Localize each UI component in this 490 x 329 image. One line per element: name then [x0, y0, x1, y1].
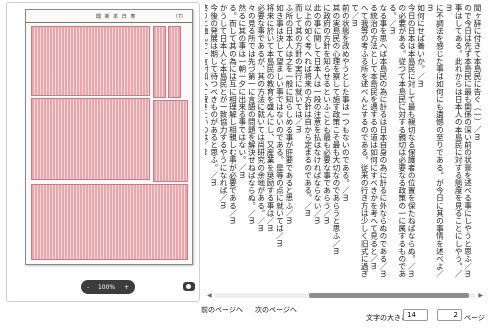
scanned-newspaper-page: 聞 新 本 日 寿 （7） — [25, 9, 193, 265]
text-column: 必要な事であるが、其の方法に就いては尚研究の余地がある。／m — [256, 4, 266, 232]
text-column: 将来に於いて本島民の教育を盛んにし、又産業を奨励する事は／m — [266, 4, 276, 232]
toggle-icon[interactable] — [183, 282, 195, 291]
text-column: 前の状態を改めやうとした事は一つもないのである。／m — [341, 4, 351, 202]
text-column: 今日の日本は本島民に対して最も親切なる保護者の位置を保たねばならぬ。／m — [407, 4, 417, 278]
text-column: 以上の如く考へれば将来の方針は自から定まるのである。／m — [303, 4, 313, 217]
zoom-in-button[interactable]: + — [124, 284, 129, 291]
text-highlight-block — [31, 98, 150, 180]
text-column: ので今日は先ず本島民に最も関係の深い前の状景を述べる事にしやうと思ふ／m — [463, 4, 473, 278]
text-column: る。而して其の為には互に相理解し相親しむ事が必要である／m — [228, 4, 238, 225]
text-column: ふ所の日本人は之を一般に知らしめる事が肝要であると思ふ／m — [284, 4, 294, 225]
zoom-control: - 100% + — [81, 280, 135, 294]
title-highlight-block — [168, 26, 181, 98]
transcription-text: 聞ヶ辞に付きて本島民に告ぐ（一）／m ので今日は先ず本島民に最も関係の深い前の状景… — [205, 4, 482, 284]
text-column: 如き事は決して望ましい事ではないのである。是等の点に就いては／m — [275, 4, 285, 247]
previous-page-link[interactable]: 前のページへ — [201, 305, 243, 315]
font-size-label: 文字の大きさ — [366, 314, 408, 322]
text-column: 終りに臨んで一言附加へて置きたいのは／m — [205, 4, 210, 156]
text-column: る統治の方法として本島民を遇するの道は如何にすべきかを考へて見ると／m — [369, 4, 379, 270]
scrollbar-thumb[interactable] — [309, 293, 469, 298]
text-column: 々の見る所では先づ第一に言語の問題を解決せねばならぬ。／m — [247, 4, 257, 225]
text-column: 聞ヶ辞に付きて本島民に告ぐ（一）／m — [473, 4, 482, 141]
text-column: の必要がある。従つて本島民に対する親切は必要なる政策の一に属するものである。／m — [388, 4, 407, 278]
text-column: かうして日本人と本島民とが一致協力するやうになれば／m — [219, 4, 229, 209]
text-column: 事はしてある。此れからは日本人の本島民に対する態度を見ることにしやう。／m — [444, 4, 464, 278]
zoom-out-button[interactable]: - — [87, 284, 89, 291]
horizontal-scrollbar[interactable]: ◀ ▶ — [207, 292, 483, 299]
font-size-input[interactable] — [403, 309, 428, 321]
text-column: 其の実島民の心理を察して施す政策こそ最も大切なのであらうと思ふ／m — [331, 4, 341, 255]
scan-page-number: （7） — [172, 14, 186, 20]
text-highlight-block — [31, 26, 150, 96]
scan-viewer[interactable]: 聞 新 本 日 寿 （7） - 100% + — [6, 2, 200, 302]
text-column: に不調法を感じた事は如何にも遺憾の至りである。が今日に其の事情を述べよ／m — [425, 4, 445, 278]
scroll-right-icon[interactable]: ▶ — [478, 292, 483, 299]
transcription-text-pane[interactable]: 聞ヶ辞に付きて本島民に告ぐ（一）／m ので今日は先ず本島民に最も関係の深い前の状景… — [205, 0, 482, 298]
scan-header: 聞 新 本 日 寿 （7） — [26, 10, 192, 23]
text-column: 如何にせば善いか。／m — [416, 4, 426, 88]
text-column: なる事を思へば本島民の為に計るは日本自身の為に計るに外ならぬのである／m — [378, 4, 388, 278]
page-number-input[interactable] — [437, 309, 462, 321]
title-highlight-block — [153, 26, 166, 98]
text-column: 而して其の方針の実行に就いては／m — [294, 4, 304, 133]
text-column: に政府の方針を知らせるといふことも最も必要な事であらう／m — [322, 4, 332, 225]
zoom-level: 100% — [97, 283, 116, 291]
next-page-link[interactable]: 次のページへ — [255, 305, 297, 315]
text-column: 今後の発展は期して待つべきものがあると思ふ。／m — [209, 4, 219, 187]
scan-header-title: 聞 新 本 日 寿 — [96, 14, 137, 20]
text-column: 然るに其の事は一朝一夕に出来る事ではない。／m — [237, 4, 247, 179]
text-highlight-block — [31, 184, 188, 260]
scroll-left-icon[interactable]: ◀ — [207, 292, 212, 299]
text-column: 此の事に関して日本人は一段の注意を払はなければならない／m — [313, 4, 323, 225]
page-label: ページ — [464, 314, 485, 322]
text-column: へて我等の考ふる所を述べんとするのである。従来の行き方は少しく旧式に過ぎて／m — [350, 4, 370, 278]
text-highlight-block — [153, 100, 188, 182]
